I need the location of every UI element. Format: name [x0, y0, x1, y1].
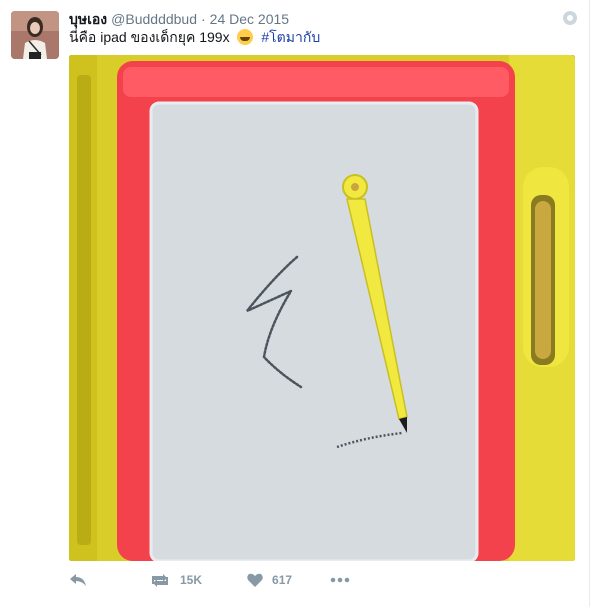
tweet-card[interactable]: บุษเอง @Buddddbud · 24 Dec 2015 นี่คือ i…	[0, 0, 590, 607]
more-options-icon[interactable]	[563, 11, 577, 25]
reply-button[interactable]	[69, 573, 87, 587]
tweet-actions: 15K 617	[69, 570, 350, 590]
heart-icon	[247, 573, 263, 587]
separator-dot: ·	[201, 11, 206, 27]
like-count: 617	[272, 573, 293, 587]
author-handle[interactable]: @Buddddbud	[111, 11, 197, 27]
avatar-photo	[11, 11, 59, 59]
retweet-icon	[152, 574, 168, 587]
avatar[interactable]	[11, 11, 59, 59]
retweet-button[interactable]: 15K	[149, 573, 202, 587]
reply-icon	[70, 574, 86, 586]
drawing-board-photo	[69, 55, 575, 561]
more-dots-icon	[330, 577, 350, 583]
retweet-count: 15K	[180, 573, 203, 587]
tweet-header: บุษเอง @Buddddbud · 24 Dec 2015	[69, 9, 289, 27]
media-photo[interactable]	[69, 55, 575, 561]
tweet-text: นี่คือ ipad ของเด็กยุค 199x #โตมากับ	[69, 28, 320, 46]
face-with-tears-of-joy-icon	[237, 29, 254, 45]
hashtag-link[interactable]: #โตมากับ	[261, 29, 320, 45]
like-button[interactable]: 617	[247, 573, 292, 587]
more-button[interactable]	[330, 577, 350, 583]
tweet-body: นี่คือ ipad ของเด็กยุค 199x	[69, 29, 230, 45]
tweet-date[interactable]: 24 Dec 2015	[210, 11, 289, 27]
